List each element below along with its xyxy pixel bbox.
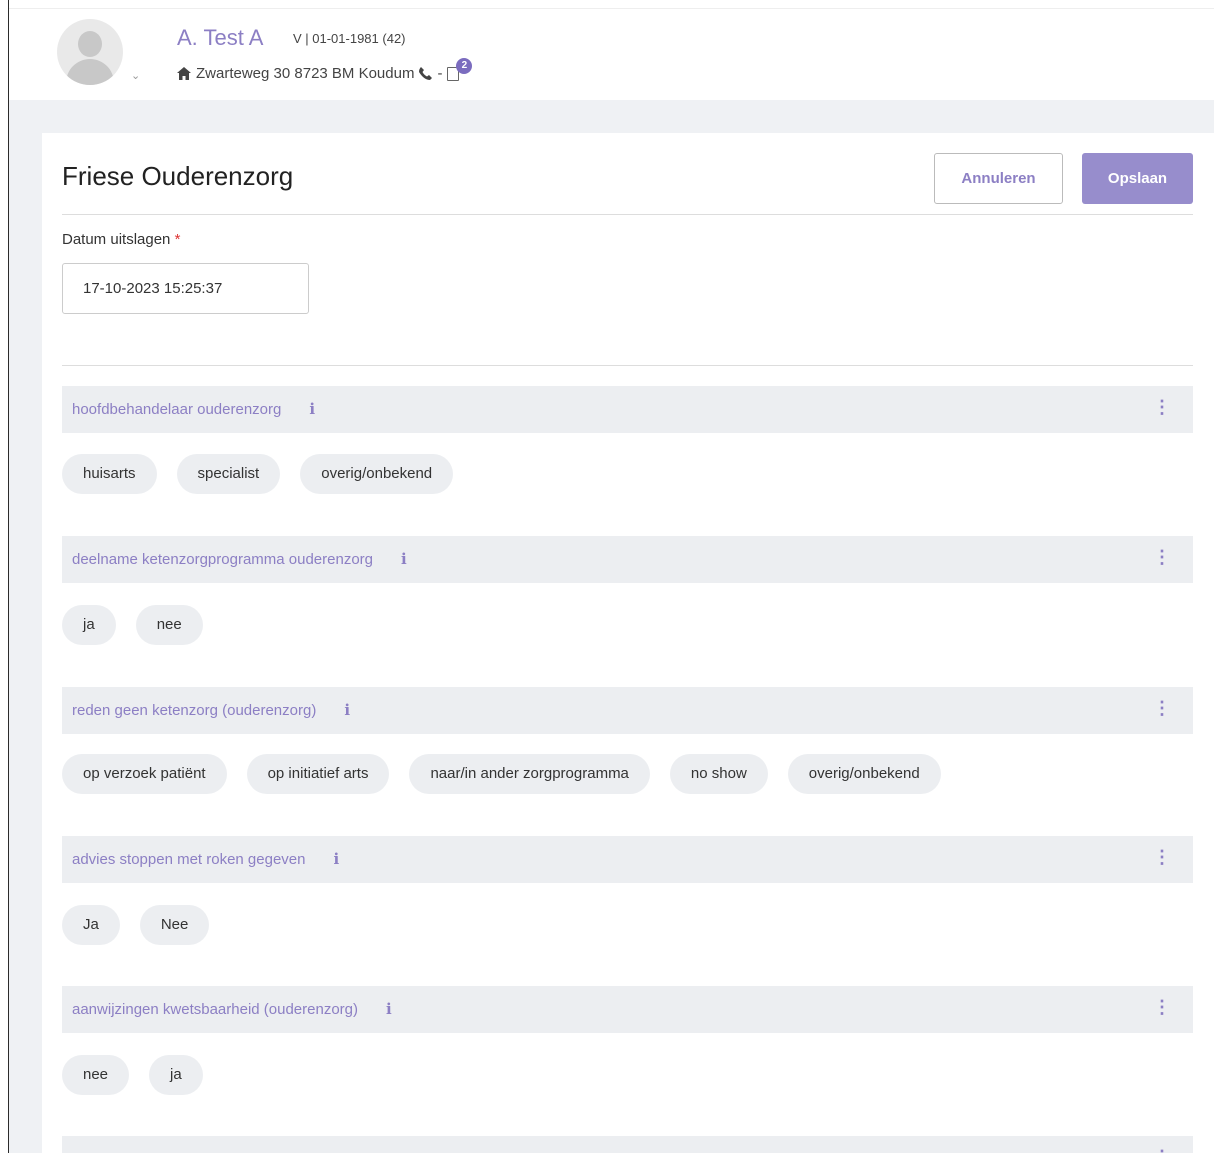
divider (62, 214, 1193, 215)
avatar-body (66, 59, 114, 85)
option-chip[interactable]: ja (62, 605, 116, 645)
option-chip[interactable]: op initiatief arts (246, 754, 390, 794)
option-chip[interactable]: ja (149, 1055, 203, 1095)
save-button[interactable]: Opslaan (1082, 153, 1193, 204)
address-line: Zwarteweg 30 8723 BM Koudum - 2 (177, 57, 473, 82)
date-input[interactable] (62, 263, 309, 314)
section-header-reden-geen-ketenzorg: reden geen ketenzorg (ouderenzorg) i ⋮ (62, 687, 1193, 734)
section-title: aanwijzingen kwetsbaarheid (ouderenzorg)… (72, 1000, 392, 1018)
form-card: Friese Ouderenzorg Annuleren Opslaan Dat… (42, 133, 1214, 1153)
kebab-menu-icon[interactable]: ⋮ (1153, 848, 1171, 866)
patient-meta: V | 01-01-1981 (42) (293, 31, 406, 46)
section-title: reden geen ketenzorg (ouderenzorg) i (72, 701, 350, 719)
document-icon[interactable]: 2 (447, 57, 473, 81)
divider (62, 365, 1193, 366)
section-title-text: hoofdbehandelaar ouderenzorg (72, 401, 282, 418)
option-chip[interactable]: op verzoek patiënt (62, 754, 227, 794)
info-icon[interactable]: i (334, 850, 340, 868)
info-icon[interactable]: i (386, 1000, 392, 1018)
patient-name[interactable]: A. Test A (177, 25, 263, 51)
option-group-reden-geen-ketenzorg: op verzoek patiënt op initiatief arts na… (62, 754, 941, 794)
kebab-menu-icon[interactable]: ⋮ (1153, 699, 1171, 717)
option-chip[interactable]: nee (135, 605, 203, 645)
info-icon[interactable]: i (401, 550, 407, 568)
section-title: hoofdbehandelaar ouderenzorg i (72, 400, 315, 418)
cancel-button[interactable]: Annuleren (934, 153, 1063, 204)
option-chip[interactable]: overig/onbekend (787, 754, 941, 794)
phone-icon[interactable] (419, 67, 433, 80)
phone-separator: - (437, 65, 443, 82)
info-icon[interactable]: i (309, 400, 315, 418)
kebab-menu-icon[interactable]: ⋮ (1153, 998, 1171, 1016)
option-chip[interactable]: no show (669, 754, 768, 794)
chevron-down-icon[interactable]: ⌄ (131, 69, 140, 82)
option-chip[interactable]: overig/onbekend (300, 454, 454, 494)
patient-header: ⌄ A. Test A V | 01-01-1981 (42) Zwartewe… (9, 8, 1214, 100)
section-header-aanwijzingen-kwetsbaarheid: aanwijzingen kwetsbaarheid (ouderenzorg)… (62, 986, 1193, 1033)
kebab-menu-icon[interactable]: ⋮ (1153, 548, 1171, 566)
patient-address: Zwarteweg 30 8723 BM Koudum (196, 65, 415, 82)
section-header-deelname-ketenzorg: deelname ketenzorgprogramma ouderenzorg i… (62, 536, 1193, 583)
option-chip[interactable]: Ja (62, 905, 120, 945)
info-icon[interactable]: i (344, 701, 350, 719)
notification-badge: 2 (456, 57, 473, 74)
option-chip[interactable]: huisarts (62, 454, 157, 494)
option-group-deelname-ketenzorg: ja nee (62, 605, 203, 645)
kebab-menu-icon[interactable]: ⋮ (1153, 1148, 1171, 1153)
option-group-hoofdbehandelaar: huisarts specialist overig/onbekend (62, 454, 454, 494)
kebab-menu-icon[interactable]: ⋮ (1153, 398, 1171, 416)
avatar-head (78, 31, 102, 57)
option-chip[interactable]: Nee (139, 905, 210, 945)
option-chip[interactable]: naar/in ander zorgprogramma (409, 754, 650, 794)
section-title-text: advies stoppen met roken gegeven (72, 851, 306, 868)
option-chip[interactable]: nee (62, 1055, 130, 1095)
date-label-text: Datum uitslagen (62, 231, 171, 248)
section-header-partial: ⋮ (62, 1136, 1193, 1153)
avatar[interactable] (57, 19, 123, 85)
page-title: Friese Ouderenzorg (62, 161, 294, 191)
section-title-text: aanwijzingen kwetsbaarheid (ouderenzorg) (72, 1001, 359, 1018)
section-title-text: deelname ketenzorgprogramma ouderenzorg (72, 551, 374, 568)
section-title: advies stoppen met roken gegeven i (72, 850, 339, 868)
date-label: Datum uitslagen * (62, 231, 180, 248)
section-title: deelname ketenzorgprogramma ouderenzorg i (72, 550, 407, 568)
section-header-hoofdbehandelaar: hoofdbehandelaar ouderenzorg i ⋮ (62, 386, 1193, 433)
required-marker: * (174, 231, 181, 248)
section-title-text: reden geen ketenzorg (ouderenzorg) (72, 702, 317, 719)
section-header-advies-stoppen-roken: advies stoppen met roken gegeven i ⋮ (62, 836, 1193, 883)
home-icon (177, 67, 191, 80)
option-group-aanwijzingen-kwetsbaarheid: nee ja (62, 1055, 203, 1095)
option-chip[interactable]: specialist (176, 454, 281, 494)
option-group-advies-stoppen-roken: Ja Nee (62, 905, 210, 945)
